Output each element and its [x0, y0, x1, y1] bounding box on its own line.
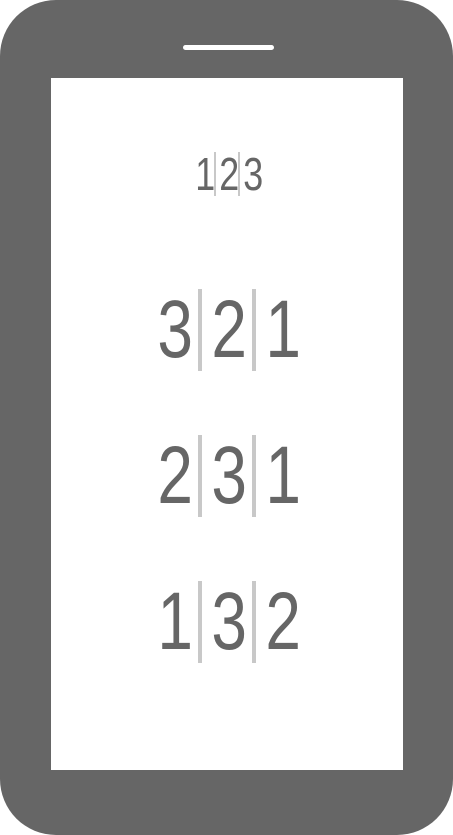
option-3-digit-3: 2 — [265, 576, 301, 667]
separator — [198, 435, 202, 517]
option-2-digit-3: 1 — [265, 430, 301, 521]
target-digit-3: 3 — [243, 148, 264, 200]
separator — [198, 289, 202, 371]
option-1-digit-2: 2 — [211, 284, 247, 375]
phone-screen: 1 2 3 3 2 1 2 3 1 1 3 2 — [51, 78, 403, 770]
separator — [198, 581, 202, 663]
separator — [252, 289, 256, 371]
speaker-grille — [183, 45, 274, 50]
target-digit-1: 1 — [195, 148, 216, 200]
target-digit-2: 2 — [219, 148, 240, 200]
option-1-digit-3: 1 — [265, 284, 301, 375]
separator — [252, 435, 256, 517]
option-2[interactable]: 2 3 1 — [51, 430, 403, 521]
target-sequence: 1 2 3 — [51, 148, 403, 200]
option-3-digit-1: 1 — [157, 576, 193, 667]
option-2-digit-2: 3 — [211, 430, 247, 521]
option-1-digit-1: 3 — [157, 284, 193, 375]
option-1[interactable]: 3 2 1 — [51, 284, 403, 375]
phone-frame: 1 2 3 3 2 1 2 3 1 1 3 2 — [0, 0, 453, 835]
option-3-digit-2: 3 — [211, 576, 247, 667]
separator — [252, 581, 256, 663]
option-3[interactable]: 1 3 2 — [51, 576, 403, 667]
option-2-digit-1: 2 — [157, 430, 193, 521]
